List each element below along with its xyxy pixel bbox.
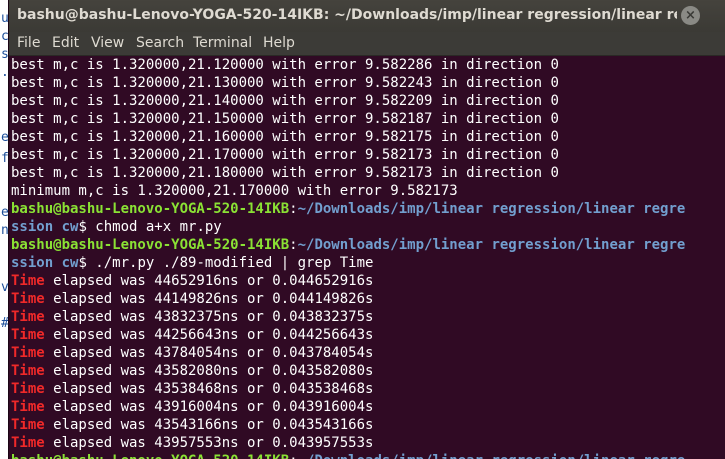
output-line: best m,c is 1.320000,21.170000 with erro…	[11, 147, 559, 163]
time-line: Time elapsed was 44652916ns or 0.0446529…	[11, 272, 373, 290]
time-text: elapsed was 43957553ns or 0.043957553s	[44, 435, 374, 451]
prompt-line: bashu@bashu-Lenovo-YOGA-520-14IKB:~/Down…	[11, 200, 685, 218]
prompt-path: ~/Downloads/imp/linear regression/linear…	[297, 201, 686, 217]
prompt-colon: :	[289, 237, 298, 253]
prompt-path-wrap: ssion cw	[11, 219, 79, 235]
menu-help[interactable]: Help	[263, 35, 295, 51]
prompt-dollar: $	[78, 219, 87, 235]
prompt-user-host: bashu@bashu-Lenovo-YOGA-520-14IKB	[11, 453, 289, 459]
prompt-colon: :	[289, 453, 297, 459]
prompt-path: ~/Downloads/imp/linear regression/linear…	[297, 237, 686, 253]
time-line: Time elapsed was 43784054ns or 0.0437840…	[11, 344, 373, 362]
menu-view[interactable]: View	[91, 35, 124, 51]
prompt-line: bashu@bashu-Lenovo-YOGA-520-14IKB:~/Down…	[11, 452, 685, 459]
time-text: elapsed was 43543166ns or 0.043543166s	[44, 417, 374, 433]
grep-match: Time	[11, 363, 45, 379]
grep-match: Time	[11, 435, 45, 451]
grep-match: Time	[11, 381, 45, 397]
prompt-user-host: bashu@bashu-Lenovo-YOGA-520-14IKB	[11, 237, 290, 253]
time-line: Time elapsed was 43543166ns or 0.0435431…	[11, 416, 373, 434]
grep-match: Time	[11, 417, 45, 433]
grep-match: Time	[11, 399, 45, 415]
time-line: Time elapsed was 43538468ns or 0.0435384…	[11, 380, 373, 398]
output-line: minimum m,c is 1.320000,21.170000 with e…	[11, 183, 458, 199]
terminal-window: bashu@bashu-Lenovo-YOGA-520-14IKB: ~/Dow…	[8, 0, 725, 459]
command-text: chmod a+x mr.py	[86, 219, 222, 235]
time-line: Time elapsed was 44149826ns or 0.0441498…	[11, 290, 373, 308]
time-text: elapsed was 44256643ns or 0.044256643s	[44, 327, 374, 343]
time-line: Time elapsed was 43832375ns or 0.0438323…	[11, 308, 373, 326]
time-text: elapsed was 43538468ns or 0.043538468s	[44, 381, 374, 397]
time-text: elapsed was 44149826ns or 0.044149826s	[44, 291, 374, 307]
prompt-path-wrap: ssion cw	[11, 255, 79, 271]
title-bar[interactable]: bashu@bashu-Lenovo-YOGA-520-14IKB: ~/Dow…	[9, 0, 725, 32]
window-title: bashu@bashu-Lenovo-YOGA-520-14IKB: ~/Dow…	[17, 7, 677, 23]
prompt-user-host: bashu@bashu-Lenovo-YOGA-520-14IKB	[11, 201, 290, 217]
output-line: best m,c is 1.320000,21.130000 with erro…	[11, 75, 559, 91]
menu-terminal[interactable]: Terminal	[193, 35, 252, 51]
time-text: elapsed was 44652916ns or 0.044652916s	[44, 273, 374, 289]
prompt-line-wrap: ssion cw$ chmod a+x mr.py	[11, 218, 222, 236]
prompt-line-wrap: ssion cw$ ./mr.py ./89-modified | grep T…	[11, 254, 373, 272]
menu-edit[interactable]: Edit	[52, 35, 79, 51]
time-line: Time elapsed was 43957553ns or 0.0439575…	[11, 434, 373, 452]
menu-search[interactable]: Search	[136, 35, 184, 51]
grep-match: Time	[11, 273, 45, 289]
output-line: best m,c is 1.320000,21.140000 with erro…	[11, 93, 559, 109]
grep-match: Time	[11, 291, 45, 307]
time-text: elapsed was 43784054ns or 0.043784054s	[44, 345, 374, 361]
terminal-output[interactable]: best m,c is 1.320000,21.120000 with erro…	[11, 56, 725, 459]
menu-file[interactable]: File	[17, 35, 40, 51]
time-line: Time elapsed was 43582080ns or 0.0435820…	[11, 362, 373, 380]
time-text: elapsed was 43582080ns or 0.043582080s	[44, 363, 374, 379]
time-line: Time elapsed was 43916004ns or 0.0439160…	[11, 398, 373, 416]
close-icon[interactable]: ×	[681, 6, 700, 25]
output-line: best m,c is 1.320000,21.180000 with erro…	[11, 165, 559, 181]
grep-match: Time	[11, 327, 45, 343]
time-text: elapsed was 43832375ns or 0.043832375s	[44, 309, 374, 325]
output-line: best m,c is 1.320000,21.160000 with erro…	[11, 129, 559, 145]
menu-bar: File Edit View Search Terminal Help	[9, 32, 725, 56]
command-text: ./mr.py ./89-modified | grep Time	[86, 255, 374, 271]
prompt-path: ~/Downloads/imp/linear regression/linear…	[298, 453, 686, 459]
grep-match: Time	[11, 345, 45, 361]
time-line: Time elapsed was 44256643ns or 0.0442566…	[11, 326, 373, 344]
output-line: best m,c is 1.320000,21.120000 with erro…	[11, 57, 559, 73]
prompt-colon: :	[289, 201, 298, 217]
prompt-line: bashu@bashu-Lenovo-YOGA-520-14IKB:~/Down…	[11, 236, 685, 254]
grep-match: Time	[11, 309, 45, 325]
prompt-dollar: $	[78, 255, 87, 271]
time-text: elapsed was 43916004ns or 0.043916004s	[44, 399, 374, 415]
output-line: best m,c is 1.320000,21.150000 with erro…	[11, 111, 559, 127]
